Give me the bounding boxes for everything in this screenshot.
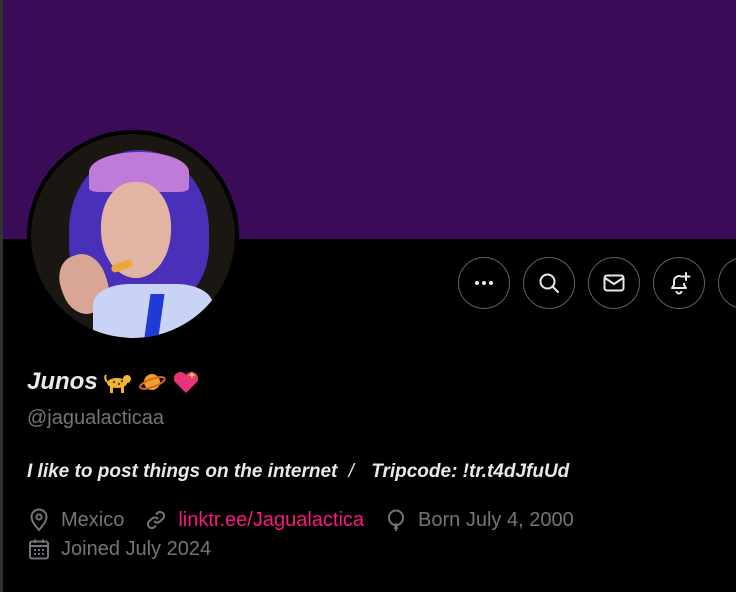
profile-handle: @jagualacticaa	[27, 407, 165, 429]
bio-separator: /	[348, 461, 354, 482]
balloon-icon	[388, 509, 405, 531]
avatar-photo	[31, 134, 235, 338]
partially-visible-button[interactable]	[718, 257, 736, 309]
joined-text: Joined July 2024	[61, 537, 212, 560]
birthday-text: Born July 4, 2000	[418, 508, 574, 531]
profile-actions	[458, 257, 736, 309]
link-icon	[147, 510, 166, 530]
profile-meta-joined: Joined July 2024	[27, 537, 231, 561]
bio-main-text: I like to post things on the internet	[27, 461, 338, 482]
location-text: Mexico	[61, 508, 125, 531]
notification-add-icon	[671, 272, 691, 295]
display-name-row: Junos	[27, 368, 200, 396]
bio-tripcode-label: Tripcode	[371, 461, 452, 482]
avatar[interactable]	[27, 130, 239, 342]
joined-item: Joined July 2024	[27, 537, 211, 561]
cheetah-emoji	[103, 374, 131, 393]
search-icon	[539, 273, 559, 293]
bio-tripcode-value: : !tr.t4dJfuUd	[451, 461, 570, 482]
location-item: Mexico	[27, 508, 124, 532]
website-link[interactable]: linktr.ee/Jagualactica	[178, 509, 364, 532]
more-button[interactable]	[458, 257, 510, 309]
birthday-item: Born July 4, 2000	[384, 508, 574, 532]
notify-button[interactable]	[653, 257, 705, 309]
search-button[interactable]	[523, 257, 575, 309]
display-name: Junos	[27, 368, 98, 395]
message-icon	[603, 274, 625, 292]
location-pin-icon	[30, 508, 48, 532]
website-item: linktr.ee/Jagualactica	[144, 508, 364, 532]
calendar-icon	[29, 539, 49, 560]
message-button[interactable]	[588, 257, 640, 309]
profile-bio: I like to post things on the internet / …	[27, 461, 569, 483]
more-icon	[475, 281, 493, 285]
sparkling-heart-emoji	[173, 371, 198, 393]
ringed-planet-emoji	[138, 374, 166, 390]
profile-meta: Mexico linktr.ee/Jagualactica Born July …	[27, 508, 594, 532]
